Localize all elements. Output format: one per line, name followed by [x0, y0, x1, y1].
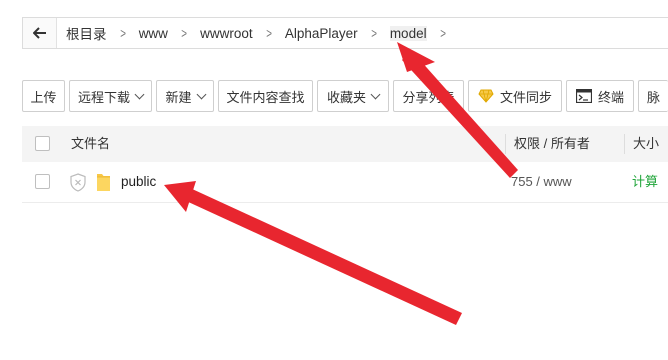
remote-download-label: 远程下载 [77, 89, 130, 105]
chevron-right-icon: > [265, 25, 272, 41]
column-divider [505, 134, 506, 154]
content-search-button[interactable]: 文件内容查找 [218, 80, 313, 112]
remote-download-button[interactable]: 远程下载 [69, 80, 152, 112]
more-button[interactable]: 脉 [638, 80, 668, 112]
header-size[interactable]: 大小 [633, 126, 659, 162]
select-all-checkbox[interactable] [35, 136, 50, 151]
crumb-wwwroot[interactable]: wwwroot [200, 26, 253, 41]
file-name-link[interactable]: public [121, 162, 156, 202]
chevron-down-icon [134, 89, 145, 99]
upload-label: 上传 [30, 89, 57, 105]
folder-icon [96, 172, 111, 195]
terminal-icon [575, 89, 592, 103]
header-permission[interactable]: 权限 / 所有者 [514, 126, 590, 162]
crumb-root[interactable]: 根目录 [66, 23, 107, 43]
crumb-model[interactable]: model [389, 25, 427, 41]
chevron-right-icon: > [181, 25, 187, 41]
table-row[interactable]: public 755 / www 计算 [22, 162, 668, 203]
header-filename[interactable]: 文件名 [71, 126, 110, 162]
calculate-size-link[interactable]: 计算 [632, 162, 658, 202]
file-sync-label: 文件同步 [499, 89, 552, 105]
chevron-down-icon [370, 89, 381, 99]
content-search-label: 文件内容查找 [226, 89, 305, 105]
new-button[interactable]: 新建 [156, 80, 214, 112]
chevron-right-icon: > [370, 25, 377, 41]
breadcrumb-bar: 根目录 > www > wwwroot > AlphaPlayer > mode… [22, 17, 668, 49]
row-checkbox[interactable] [35, 174, 50, 189]
upload-button[interactable]: 上传 [22, 80, 65, 112]
share-list-button[interactable]: 分享列表 [393, 80, 464, 112]
column-divider [624, 134, 625, 154]
file-permission[interactable]: 755 / www [511, 162, 572, 202]
table-header: 文件名 权限 / 所有者 大小 [22, 126, 668, 163]
crumb-www[interactable]: www [139, 26, 168, 41]
favorites-button[interactable]: 收藏夹 [317, 80, 389, 112]
new-label: 新建 [165, 89, 192, 105]
arrow-left-icon [32, 27, 46, 39]
breadcrumb: 根目录 > www > wwwroot > AlphaPlayer > mode… [57, 23, 459, 43]
file-sync-button[interactable]: 文件同步 [468, 80, 562, 112]
terminal-label: 终端 [597, 89, 624, 105]
toolbar: 上传 远程下载 新建 文件内容查找 收藏夹 分享列表 文件同步 终端 脉 [22, 80, 668, 112]
crumb-alphaplayer[interactable]: AlphaPlayer [285, 26, 358, 41]
shield-icon [69, 173, 87, 195]
chevron-right-icon: > [119, 25, 126, 41]
chevron-right-icon: > [439, 25, 446, 41]
terminal-button[interactable]: 终端 [566, 80, 634, 112]
diamond-icon [478, 89, 494, 103]
chevron-down-icon [196, 89, 206, 99]
favorites-label: 收藏夹 [326, 89, 366, 105]
back-button[interactable] [23, 18, 57, 48]
more-label: 脉 [647, 89, 661, 105]
share-list-label: 分享列表 [402, 89, 455, 105]
